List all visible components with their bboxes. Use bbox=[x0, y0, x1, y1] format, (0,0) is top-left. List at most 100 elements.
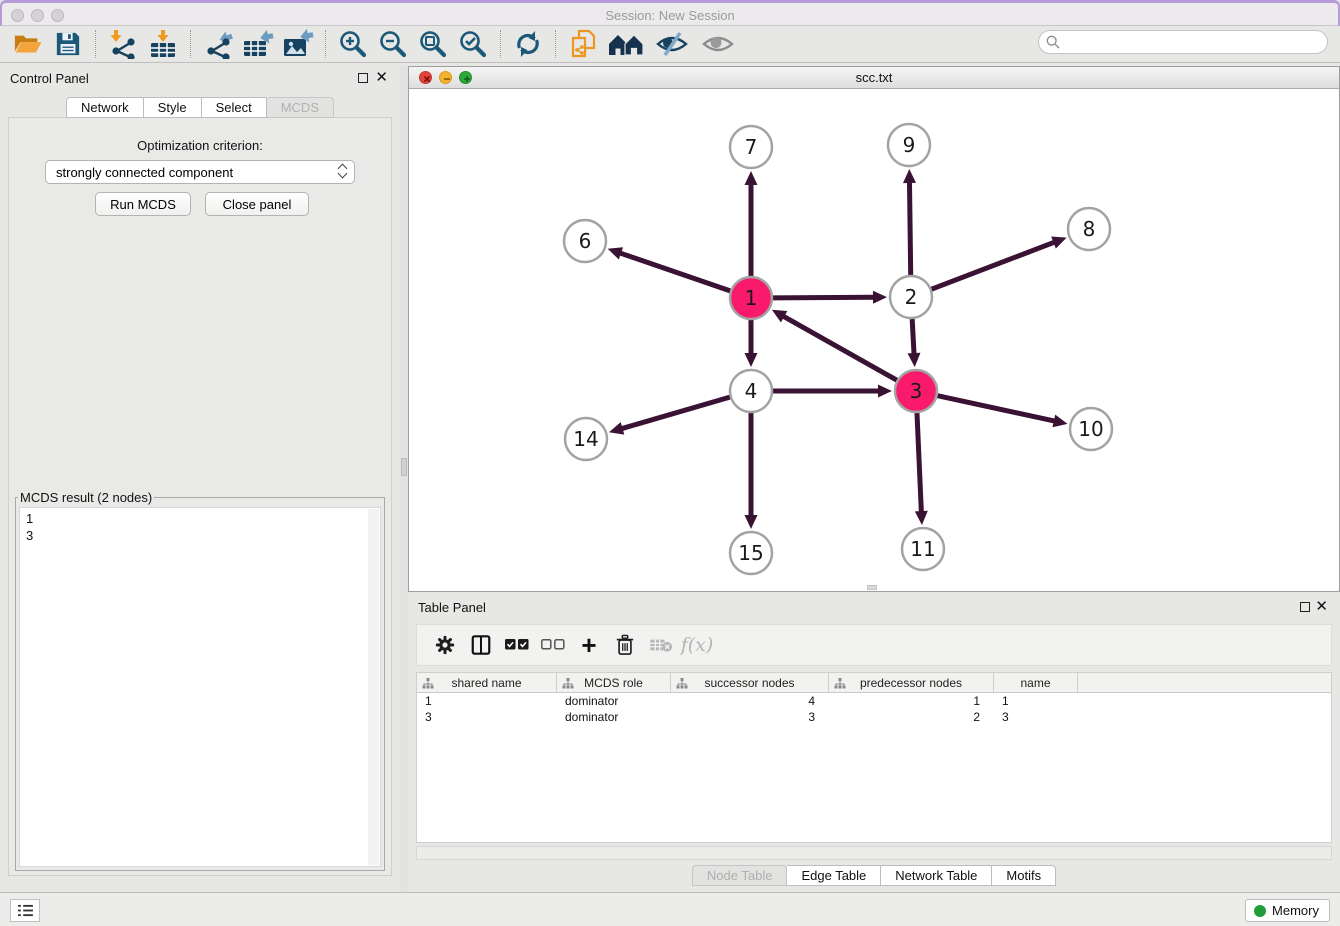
graph-node-label: 9 bbox=[903, 133, 916, 157]
graph-edge-4-14[interactable] bbox=[621, 397, 730, 429]
toolbar-separator bbox=[95, 30, 96, 58]
import-table-icon bbox=[148, 29, 178, 59]
table-row[interactable]: 1 dominator 4 1 1 bbox=[417, 693, 1331, 709]
cell-successor-nodes[interactable]: 3 bbox=[671, 710, 829, 724]
cell-predecessor-nodes[interactable]: 2 bbox=[829, 710, 994, 724]
graph-edge-1-2[interactable] bbox=[773, 297, 875, 298]
tab-mcds[interactable]: MCDS bbox=[267, 97, 334, 118]
zoom-out-button[interactable] bbox=[376, 28, 410, 60]
export-image-button[interactable] bbox=[281, 28, 315, 60]
column-visibility-button[interactable] bbox=[463, 629, 499, 661]
deselect-all-icon bbox=[541, 639, 565, 651]
graph-edge-2-3[interactable] bbox=[912, 319, 914, 355]
cell-predecessor-nodes[interactable]: 1 bbox=[829, 694, 994, 708]
zoom-in-icon bbox=[338, 29, 368, 59]
import-table-button[interactable] bbox=[146, 28, 180, 60]
graph-node-label: 15 bbox=[738, 541, 763, 565]
columns-icon bbox=[470, 634, 492, 656]
open-file-button[interactable] bbox=[11, 28, 45, 60]
tab-edge-table[interactable]: Edge Table bbox=[787, 865, 881, 886]
table-tabs: Node Table Edge Table Network Table Moti… bbox=[408, 865, 1340, 886]
graph-arrowhead bbox=[878, 385, 892, 398]
toolbar-separator bbox=[500, 30, 501, 58]
criterion-dropdown[interactable]: strongly connected component bbox=[45, 160, 355, 184]
column-header-mcds-role[interactable]: MCDS role bbox=[557, 673, 671, 692]
cell-successor-nodes[interactable]: 4 bbox=[671, 694, 829, 708]
zoom-fit-button[interactable] bbox=[416, 28, 450, 60]
tab-network-table[interactable]: Network Table bbox=[881, 865, 992, 886]
column-header-shared-name[interactable]: shared name bbox=[417, 673, 557, 692]
hide-graphics-details-button[interactable] bbox=[652, 28, 692, 60]
tab-style[interactable]: Style bbox=[144, 97, 202, 118]
control-panel-header: Control Panel ✕ bbox=[0, 66, 400, 92]
eye-icon bbox=[701, 31, 735, 57]
mcds-result-line: 1 bbox=[26, 510, 380, 527]
memory-button[interactable]: Memory bbox=[1245, 899, 1330, 922]
column-header-name[interactable]: name bbox=[994, 673, 1078, 692]
close-panel-button[interactable]: Close panel bbox=[205, 192, 309, 216]
cell-name[interactable]: 3 bbox=[994, 710, 1078, 724]
tab-node-table[interactable]: Node Table bbox=[692, 865, 788, 886]
copy-view-button[interactable] bbox=[566, 28, 600, 60]
cell-mcds-role[interactable]: dominator bbox=[557, 694, 671, 708]
select-all-button[interactable] bbox=[499, 629, 535, 661]
column-header-predecessor-nodes[interactable]: predecessor nodes bbox=[829, 673, 994, 692]
graph-edge-3-1[interactable] bbox=[782, 316, 896, 381]
delete-column-button[interactable] bbox=[607, 629, 643, 661]
zoom-selected-button[interactable] bbox=[456, 28, 490, 60]
graph-edge-3-11[interactable] bbox=[917, 413, 921, 513]
cell-mcds-role[interactable]: dominator bbox=[557, 710, 671, 724]
close-panel-icon[interactable]: ✕ bbox=[375, 69, 388, 87]
show-graphics-details-button[interactable] bbox=[698, 28, 738, 60]
float-panel-icon[interactable] bbox=[358, 73, 368, 83]
table-panel-title: Table Panel bbox=[418, 600, 486, 615]
zoom-in-button[interactable] bbox=[336, 28, 370, 60]
open-folder-icon bbox=[13, 31, 43, 57]
network-window-titlebar[interactable]: scc.txt bbox=[409, 67, 1339, 89]
search-box[interactable] bbox=[1038, 30, 1328, 54]
splitter-grip[interactable] bbox=[401, 458, 407, 476]
cell-shared-name[interactable]: 1 bbox=[417, 694, 557, 708]
table-hscrollbar[interactable] bbox=[416, 846, 1332, 860]
tab-network[interactable]: Network bbox=[66, 97, 144, 118]
mcds-result-text[interactable]: 1 3 bbox=[19, 507, 381, 867]
graph-arrowhead bbox=[907, 353, 920, 367]
export-network-button[interactable] bbox=[201, 28, 235, 60]
result-scrollbar[interactable] bbox=[368, 509, 379, 865]
search-input[interactable] bbox=[1064, 35, 1327, 49]
houses-icon bbox=[608, 31, 644, 57]
column-header-successor-nodes[interactable]: successor nodes bbox=[671, 673, 829, 692]
float-table-panel-icon[interactable] bbox=[1300, 602, 1310, 612]
graph-arrowhead bbox=[609, 422, 624, 434]
add-column-button[interactable]: + bbox=[571, 629, 607, 661]
network-canvas[interactable]: 7968124314101511 bbox=[409, 89, 1339, 591]
dropdown-stepper-icon bbox=[339, 165, 346, 177]
save-session-button[interactable] bbox=[51, 28, 85, 60]
home-layout-button[interactable] bbox=[606, 28, 646, 60]
graph-edge-3-10[interactable] bbox=[937, 396, 1055, 422]
import-network-button[interactable] bbox=[106, 28, 140, 60]
canvas-resize-grip[interactable] bbox=[867, 585, 877, 590]
export-table-button[interactable] bbox=[241, 28, 275, 60]
deselect-all-button[interactable] bbox=[535, 629, 571, 661]
toolbar-separator bbox=[325, 30, 326, 58]
table-settings-button[interactable] bbox=[427, 629, 463, 661]
table-panel-header: Table Panel ✕ bbox=[408, 595, 1340, 621]
graph-edge-1-6[interactable] bbox=[619, 253, 730, 291]
table-row[interactable]: 3 dominator 3 2 3 bbox=[417, 709, 1331, 725]
tab-motifs[interactable]: Motifs bbox=[992, 865, 1056, 886]
refresh-button[interactable] bbox=[511, 28, 545, 60]
graph-node-label: 8 bbox=[1083, 217, 1096, 241]
close-table-panel-icon[interactable]: ✕ bbox=[1315, 598, 1328, 616]
export-table-icon bbox=[242, 29, 274, 59]
cell-name[interactable]: 1 bbox=[994, 694, 1078, 708]
graph-edge-2-9[interactable] bbox=[909, 181, 910, 275]
task-history-button[interactable] bbox=[10, 899, 40, 922]
tab-select[interactable]: Select bbox=[202, 97, 267, 118]
panel-splitter[interactable] bbox=[400, 66, 408, 892]
graph-edge-2-8[interactable] bbox=[932, 242, 1056, 289]
cell-shared-name[interactable]: 3 bbox=[417, 710, 557, 724]
network-window-title: scc.txt bbox=[409, 70, 1339, 85]
run-mcds-button[interactable]: Run MCDS bbox=[95, 192, 191, 216]
network-graph[interactable]: 7968124314101511 bbox=[409, 89, 1339, 591]
